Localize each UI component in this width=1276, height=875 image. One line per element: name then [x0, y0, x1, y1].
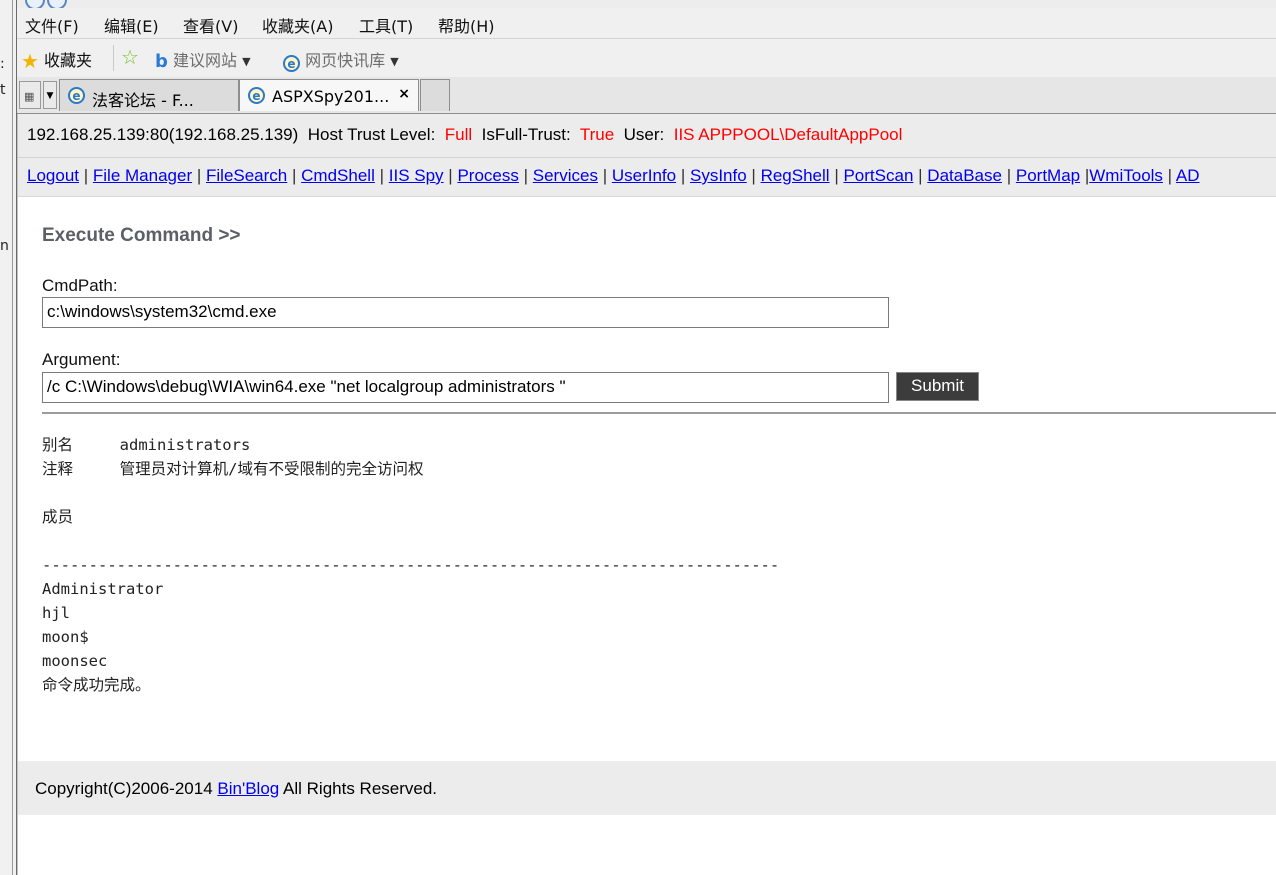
- tab-fakeforum[interactable]: e 法客论坛 - F...: [59, 79, 239, 111]
- nav-iis-spy[interactable]: IIS Spy: [389, 166, 444, 185]
- output-line: moon$: [42, 628, 89, 646]
- web-page: 192.168.25.139:80(192.168.25.139) Host T…: [17, 114, 1276, 875]
- nav-filesearch[interactable]: FileSearch: [206, 166, 287, 185]
- favorites-button[interactable]: ★ 收藏夹: [21, 47, 92, 71]
- copyright-text: Copyright(C)2006-2014: [35, 779, 218, 798]
- nav-portmap[interactable]: PortMap: [1016, 166, 1080, 185]
- trust-level-label: Host Trust Level:: [307, 125, 436, 144]
- nav-regshell[interactable]: RegShell: [761, 166, 830, 185]
- chevron-down-icon: ▼: [242, 55, 251, 68]
- nav-process[interactable]: Process: [457, 166, 518, 185]
- suggested-sites-button[interactable]: b 建议网站 ▼: [155, 47, 251, 72]
- host-address: 192.168.25.139:80(192.168.25.139): [27, 125, 299, 144]
- command-output: 别名 administrators 注释 管理员对计算机/域有不受限制的完全访问…: [42, 433, 779, 697]
- star-icon: ★: [21, 49, 39, 73]
- cmdpath-input[interactable]: c:\windows\system32\cmd.exe: [42, 297, 889, 328]
- user-value: IIS APPPOOL\DefaultAppPool: [673, 125, 903, 144]
- footer: Copyright(C)2006-2014 Bin'Blog All Right…: [18, 761, 1276, 815]
- tab-title: 法客论坛 - F...: [92, 91, 194, 110]
- tool-navigation: Logout | File Manager | FileSearch | Cmd…: [18, 158, 1276, 197]
- output-line: Administrator: [42, 580, 164, 598]
- add-favorite-star-icon: ☆: [121, 45, 139, 69]
- chevron-down-icon: ▼: [390, 55, 399, 68]
- argument-input[interactable]: /c C:\Windows\debug\WIA\win64.exe "net l…: [42, 372, 889, 403]
- background-text-fragment: n: [0, 238, 9, 254]
- background-text-fragment: :: [0, 56, 5, 72]
- menu-tools[interactable]: 工具(T): [359, 13, 413, 37]
- divider: [113, 45, 114, 71]
- output-line: 别名 administrators: [42, 436, 251, 454]
- full-trust-value: True: [579, 125, 615, 144]
- user-label: User:: [623, 125, 665, 144]
- menu-edit[interactable]: 编辑(E): [104, 13, 159, 37]
- menu-file[interactable]: 文件(F): [25, 13, 79, 37]
- ie-icon: e: [68, 87, 85, 104]
- favorites-bar: ★ 收藏夹 ☆ b 建议网站 ▼ e 网页快讯库 ▼: [17, 39, 1276, 77]
- tab-aspxspy[interactable]: e ASPXSpy201... ×: [239, 79, 419, 111]
- nav-sysinfo[interactable]: SysInfo: [690, 166, 747, 185]
- nav-file-manager[interactable]: File Manager: [93, 166, 192, 185]
- web-slice-gallery-button[interactable]: e 网页快讯库 ▼: [283, 47, 399, 72]
- trust-level-value: Full: [444, 125, 473, 144]
- output-line: 命令成功完成。: [42, 676, 151, 694]
- background-text-fragment: t: [0, 82, 6, 98]
- nav-ad[interactable]: AD: [1176, 166, 1200, 185]
- tab-bar: ▦ ▼ e 法客论坛 - F... e ASPXSpy201... ×: [17, 77, 1276, 114]
- nav-portscan[interactable]: PortScan: [843, 166, 913, 185]
- submit-button[interactable]: Submit: [896, 372, 979, 401]
- ie-icon: e: [248, 87, 265, 104]
- close-tab-icon[interactable]: ×: [398, 86, 410, 102]
- output-line: moonsec: [42, 652, 108, 670]
- host-info-bar: 192.168.25.139:80(192.168.25.139) Host T…: [18, 114, 1276, 158]
- nav-database[interactable]: DataBase: [927, 166, 1002, 185]
- add-to-favorites-button[interactable]: ☆: [121, 47, 139, 67]
- suggested-sites-label: 建议网站: [172, 51, 237, 70]
- web-slice-gallery-label: 网页快讯库: [305, 51, 386, 70]
- full-trust-label: IsFull-Trust:: [481, 125, 571, 144]
- nav-userinfo[interactable]: UserInfo: [612, 166, 676, 185]
- window-left-edge: : t n: [0, 0, 17, 875]
- quick-tabs-button[interactable]: ▦: [19, 81, 41, 109]
- menu-favorites[interactable]: 收藏夹(A): [262, 13, 333, 37]
- section-heading: Execute Command >>: [42, 225, 241, 246]
- nav-wmitools[interactable]: WmiTools: [1089, 166, 1163, 185]
- argument-label: Argument:: [42, 350, 121, 369]
- copyright-suffix: All Rights Reserved.: [279, 779, 438, 798]
- grid-icon: ▦: [24, 90, 35, 103]
- tab-list-dropdown[interactable]: ▼: [43, 81, 57, 109]
- cmdpath-label: CmdPath:: [42, 276, 118, 295]
- new-tab-button[interactable]: [420, 79, 450, 111]
- output-line: 成员: [42, 508, 74, 526]
- nav-services[interactable]: Services: [533, 166, 598, 185]
- output-line: hjl: [42, 604, 70, 622]
- footer-blog-link[interactable]: Bin'Blog: [217, 779, 279, 798]
- bing-icon: b: [155, 51, 168, 72]
- nav-cmdshell[interactable]: CmdShell: [301, 166, 375, 185]
- menu-help[interactable]: 帮助(H): [438, 13, 495, 37]
- output-line: ----------------------------------------…: [42, 556, 780, 574]
- menu-view[interactable]: 查看(V): [183, 13, 238, 37]
- divider: [42, 412, 1276, 414]
- menu-bar: 文件(F) 编辑(E) 查看(V) 收藏夹(A) 工具(T) 帮助(H): [17, 8, 1276, 39]
- tab-title: ASPXSpy201...: [272, 87, 390, 106]
- output-line: 注释 管理员对计算机/域有不受限制的完全访问权: [42, 460, 424, 478]
- ie-icon: e: [283, 55, 300, 72]
- favorites-label: 收藏夹: [44, 51, 93, 70]
- nav-logout[interactable]: Logout: [27, 166, 79, 185]
- edge-line: [12, 0, 13, 875]
